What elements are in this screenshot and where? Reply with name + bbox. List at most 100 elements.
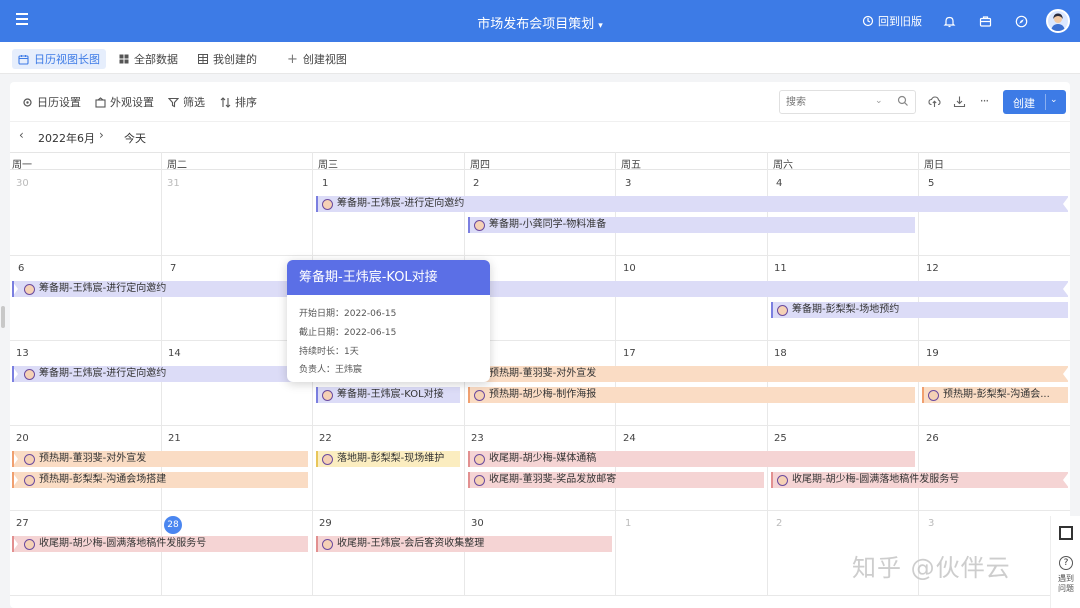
search-box[interactable]: ⌄ [779, 90, 916, 114]
day-number[interactable]: 10 [623, 263, 636, 274]
chevron-down-icon[interactable]: ⌄ [875, 96, 883, 106]
calendar-event[interactable]: 预热期-彭梨梨-沟通会场搭建 [12, 472, 308, 488]
calendar-event[interactable]: 收尾期-胡少梅-圆满落地稿件发服务号 [12, 536, 308, 552]
button-label: 日历设置 [37, 96, 81, 109]
avatar-icon [24, 283, 35, 295]
create-view-button[interactable]: + 创建视图 [281, 49, 353, 69]
day-number[interactable]: 30 [16, 178, 29, 189]
sort-button[interactable]: 排序 [220, 94, 257, 110]
day-number[interactable]: 13 [16, 348, 29, 359]
avatar-icon [322, 453, 333, 465]
day-number[interactable]: 19 [926, 348, 939, 359]
calendar-event[interactable]: 筹备期-小龚同学-物料准备 [468, 217, 915, 233]
day-number[interactable]: 6 [18, 263, 24, 274]
user-avatar[interactable] [1046, 9, 1070, 33]
calendar-event[interactable]: 筹备期-王炜宸-进行定向邀约 [12, 366, 308, 382]
filter-icon [168, 97, 179, 107]
help-label[interactable]: 遇到问题 [1056, 574, 1076, 594]
next-month-icon[interactable]: › [99, 128, 104, 142]
weekday-label: 周日 [924, 160, 944, 171]
grid-line [10, 510, 1070, 511]
grid-line [10, 595, 1070, 596]
tab-all-data[interactable]: 全部数据 [113, 49, 184, 69]
day-number[interactable]: 22 [319, 433, 332, 444]
current-month: 2022年6月 [38, 132, 95, 145]
day-number[interactable]: 1 [322, 178, 328, 189]
search-icon[interactable] [897, 95, 909, 107]
tab-calendar-view[interactable]: 日历视图长图 [12, 49, 106, 69]
day-number[interactable]: 29 [319, 518, 332, 529]
calendar-event[interactable]: 落地期-彭梨梨-现场维护 [316, 451, 460, 467]
calendar-event[interactable]: 收尾期-董羽斐-奖品发放邮寄 [468, 472, 764, 488]
resize-handle[interactable] [1, 306, 5, 328]
grid-icon [198, 54, 208, 64]
calendar-settings-button[interactable]: 日历设置 [22, 94, 81, 110]
download-icon[interactable] [952, 94, 966, 108]
search-input[interactable] [786, 91, 866, 113]
day-number[interactable]: 2 [473, 178, 479, 189]
calendar-event[interactable]: 预热期-彭梨梨-沟通会... [922, 387, 1068, 403]
question-icon[interactable]: ? [1059, 556, 1073, 570]
day-number[interactable]: 27 [16, 518, 29, 529]
day-number[interactable]: 4 [776, 178, 782, 189]
qr-code-icon[interactable] [1059, 526, 1073, 540]
day-number[interactable]: 25 [774, 433, 787, 444]
day-number[interactable]: 7 [170, 263, 176, 274]
tab-created-by-me[interactable]: 我创建的 [192, 49, 263, 69]
weekday-label: 周一 [12, 160, 32, 171]
upload-icon[interactable] [927, 94, 941, 108]
prev-month-icon[interactable]: ‹ [19, 128, 24, 142]
day-number[interactable]: 17 [623, 348, 636, 359]
calendar-event[interactable]: 预热期-胡少梅-制作海报 [468, 387, 915, 403]
day-number[interactable]: 2 [776, 518, 782, 529]
appearance-settings-button[interactable]: 外观设置 [95, 94, 154, 110]
button-label: 外观设置 [110, 96, 154, 109]
day-number[interactable]: 18 [774, 348, 787, 359]
calendar-event[interactable]: 筹备期-王炜宸-KOL对接 [316, 387, 460, 403]
calendar-event[interactable]: 预热期-董羽斐-对外宣发 [12, 451, 308, 467]
day-number[interactable]: 21 [168, 433, 181, 444]
day-number[interactable]: 5 [928, 178, 934, 189]
weekday-label: 周三 [318, 160, 338, 171]
weekday-label: 周二 [167, 160, 187, 171]
chevron-down-icon[interactable]: ⌄ [1050, 95, 1058, 105]
day-number[interactable]: 1 [625, 518, 631, 529]
day-number[interactable]: 3 [625, 178, 631, 189]
popup-title: 筹备期-王炜宸-KOL对接 [287, 260, 490, 295]
button-label: 筛选 [183, 96, 205, 109]
day-number[interactable]: 23 [471, 433, 484, 444]
back-to-old-version-button[interactable]: 回到旧版 [862, 13, 922, 29]
day-number[interactable]: 30 [471, 518, 484, 529]
create-button[interactable]: 创建 ⌄ [1003, 90, 1066, 114]
day-number[interactable]: 11 [774, 263, 787, 274]
calendar-event[interactable]: 筹备期-彭梨梨-场地预约 [771, 302, 1068, 318]
calendar-event[interactable]: 筹备期-王炜宸-进行定向邀约 [316, 196, 1068, 212]
calendar-icon [18, 54, 29, 65]
avatar-icon [322, 389, 333, 401]
today-day-number[interactable]: 28 [164, 516, 182, 534]
day-number[interactable]: 20 [16, 433, 29, 444]
more-icon[interactable]: ··· [977, 94, 991, 108]
grid-line [10, 255, 1070, 256]
grid-line [10, 425, 1070, 426]
calendar-event[interactable]: 收尾期-胡少梅-媒体通稿 [468, 451, 915, 467]
day-number[interactable]: 14 [168, 348, 181, 359]
day-number[interactable]: 26 [926, 433, 939, 444]
filter-button[interactable]: 筛选 [168, 94, 205, 110]
bell-icon[interactable] [941, 13, 957, 29]
compass-icon[interactable] [1013, 13, 1029, 29]
calendar-event[interactable]: 收尾期-王炜宸-会后客资收集整理 [316, 536, 612, 552]
calendar-event[interactable]: 筹备期-王炜宸-进行定向邀约 [12, 281, 1068, 297]
today-button[interactable]: 今天 [124, 130, 146, 146]
day-number[interactable]: 24 [623, 433, 636, 444]
tab-label: 我创建的 [213, 53, 257, 66]
event-detail-popup: 筹备期-王炜宸-KOL对接 开始日期：2022-06-15 截止日期：2022-… [287, 260, 490, 382]
calendar-event[interactable]: 预热期-董羽斐-对外宣发 [468, 366, 1068, 382]
day-number[interactable]: 3 [928, 518, 934, 529]
day-number[interactable]: 12 [926, 263, 939, 274]
calendar-event[interactable]: 收尾期-胡少梅-圆满落地稿件发服务号 [771, 472, 1068, 488]
day-number[interactable]: 31 [167, 178, 180, 189]
briefcase-icon[interactable] [977, 13, 993, 29]
appearance-icon [95, 96, 106, 108]
avatar-icon [24, 538, 35, 550]
